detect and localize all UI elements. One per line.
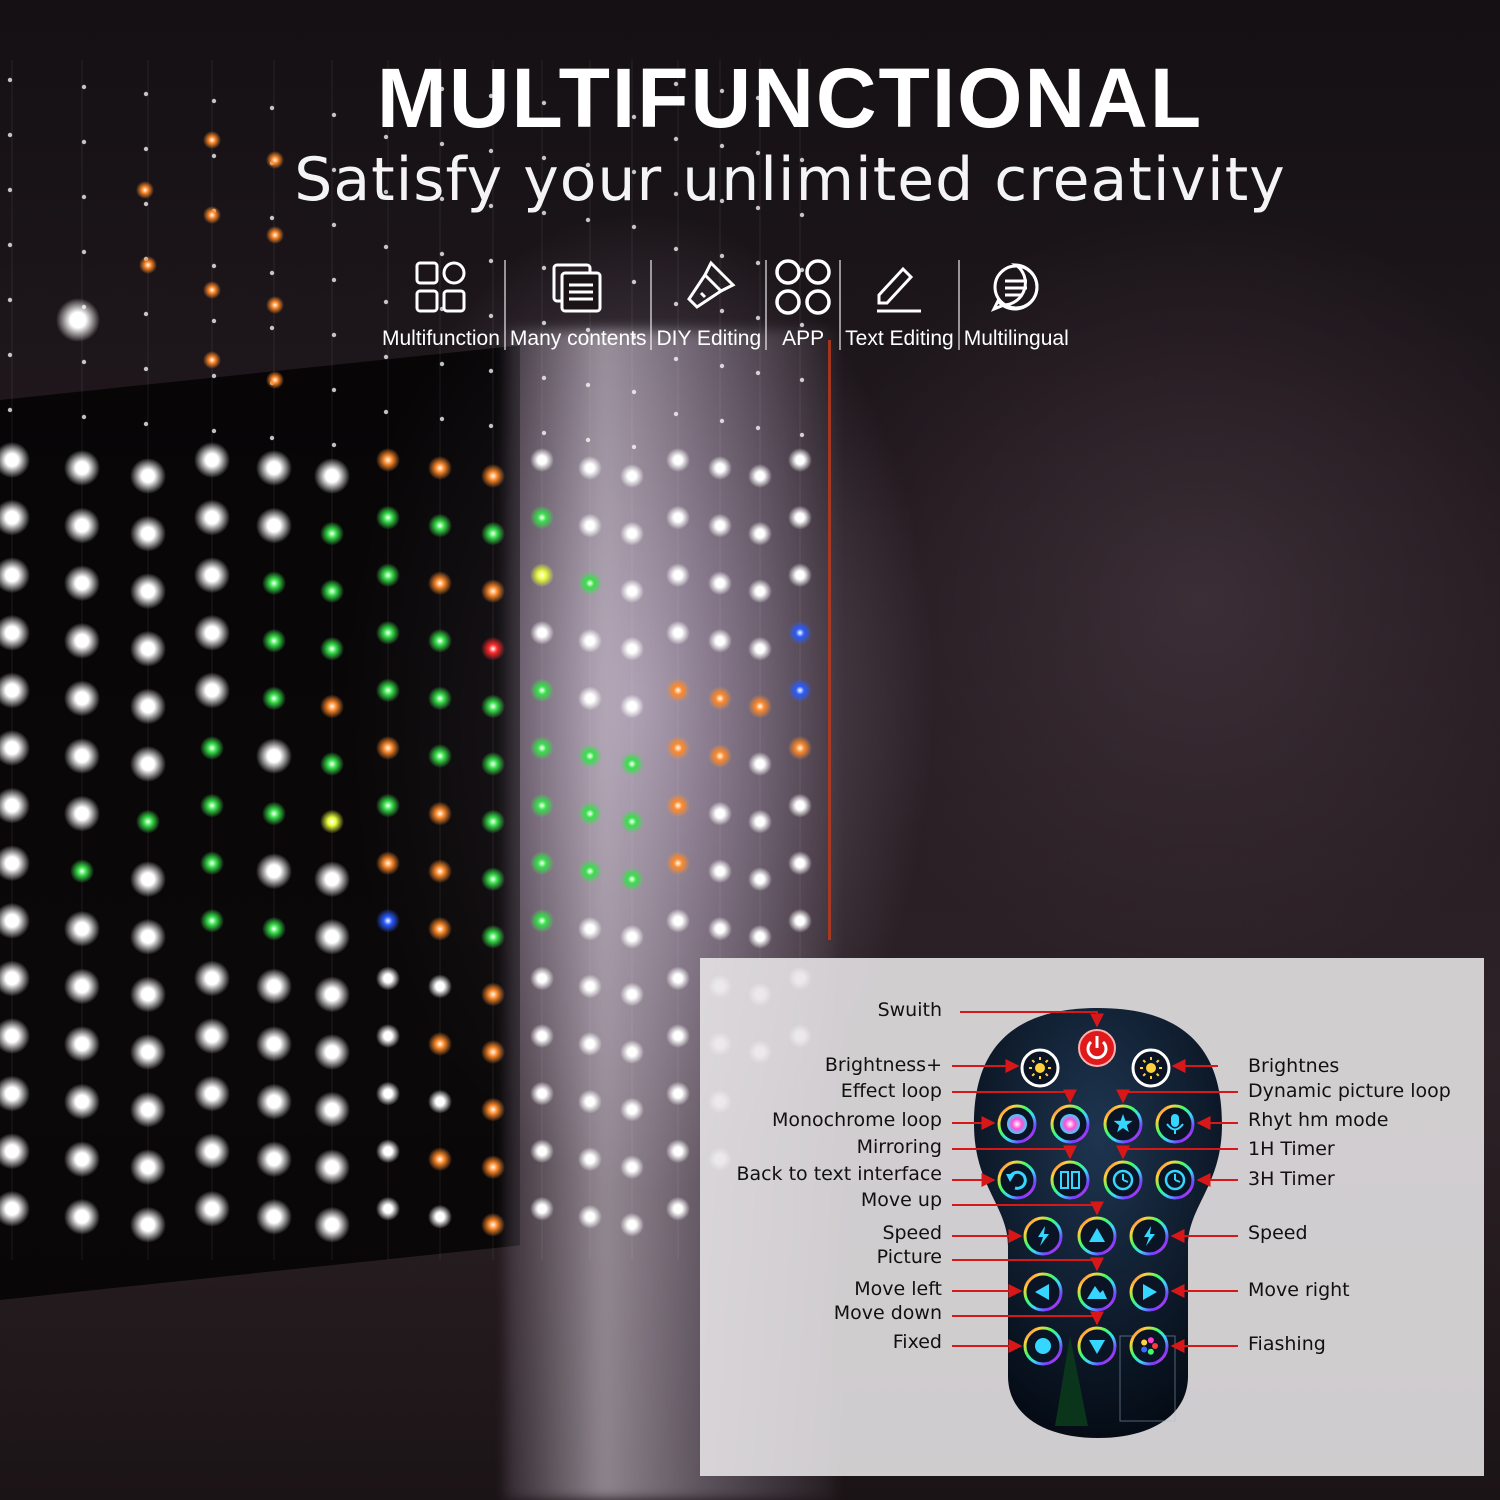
label-timer-1h: 1H Timer	[1248, 1138, 1335, 1160]
flashing-button[interactable]	[1129, 1326, 1169, 1366]
label-brightness-plus: Brightness+	[824, 1054, 942, 1076]
speed-up-button[interactable]	[1129, 1216, 1169, 1256]
speed-down-button[interactable]	[1023, 1216, 1063, 1256]
move-down-button[interactable]	[1077, 1326, 1117, 1366]
label-fixed: Fixed	[892, 1331, 942, 1353]
arrow-effect-loop	[952, 1089, 1077, 1104]
arrow-dynamic-loop	[1116, 1089, 1238, 1104]
label-move-down: Move down	[833, 1302, 942, 1324]
rhythm-mode-button[interactable]	[1155, 1104, 1195, 1144]
arrow-timer-1h	[1116, 1145, 1238, 1160]
label-picture: Picture	[876, 1246, 942, 1268]
monochrome-loop-button[interactable]	[997, 1104, 1037, 1144]
power-button[interactable]	[1078, 1029, 1116, 1067]
label-speed-left: Speed	[882, 1222, 942, 1244]
timer-3h-button[interactable]	[1155, 1160, 1195, 1200]
arrow-move-up	[952, 1201, 1104, 1216]
arrow-mirroring	[952, 1145, 1077, 1160]
label-swuith: Swuith	[877, 999, 942, 1021]
mirroring-button[interactable]	[1050, 1160, 1090, 1200]
move-up-button[interactable]	[1077, 1216, 1117, 1256]
dynamic-loop-button[interactable]	[1103, 1104, 1143, 1144]
label-mirroring: Mirroring	[856, 1136, 942, 1158]
timer-1h-button[interactable]	[1103, 1160, 1143, 1200]
picture-button[interactable]	[1077, 1272, 1117, 1312]
label-move-left: Move left	[854, 1278, 942, 1300]
label-monochrome-loop: Monochrome loop	[771, 1109, 942, 1131]
label-rhythm-mode: Rhyt hm mode	[1248, 1109, 1389, 1131]
label-dynamic-loop: Dynamic picture loop	[1248, 1080, 1451, 1102]
label-timer-3h: 3H Timer	[1248, 1168, 1335, 1190]
move-right-button[interactable]	[1129, 1272, 1169, 1312]
back-to-text-button[interactable]	[997, 1160, 1037, 1200]
label-back-to-text: Back to text interface	[736, 1163, 942, 1185]
arrow-swuith	[960, 1011, 1104, 1028]
brightness-down-button[interactable]	[1131, 1048, 1171, 1088]
label-move-right: Move right	[1248, 1279, 1350, 1301]
label-speed-right: Speed	[1248, 1222, 1308, 1244]
label-flashing: Fiashing	[1248, 1333, 1326, 1355]
label-move-up: Move up	[860, 1189, 942, 1211]
fixed-button[interactable]	[1023, 1326, 1063, 1366]
arrow-move-down	[952, 1311, 1104, 1326]
label-brightnes: Brightnes	[1248, 1055, 1340, 1077]
move-left-button[interactable]	[1023, 1272, 1063, 1312]
label-effect-loop: Effect loop	[840, 1080, 942, 1102]
effect-loop-button[interactable]	[1050, 1104, 1090, 1144]
brightness-up-button[interactable]	[1020, 1048, 1060, 1088]
arrow-picture	[952, 1257, 1104, 1272]
remote-annotations	[952, 1011, 1238, 1366]
